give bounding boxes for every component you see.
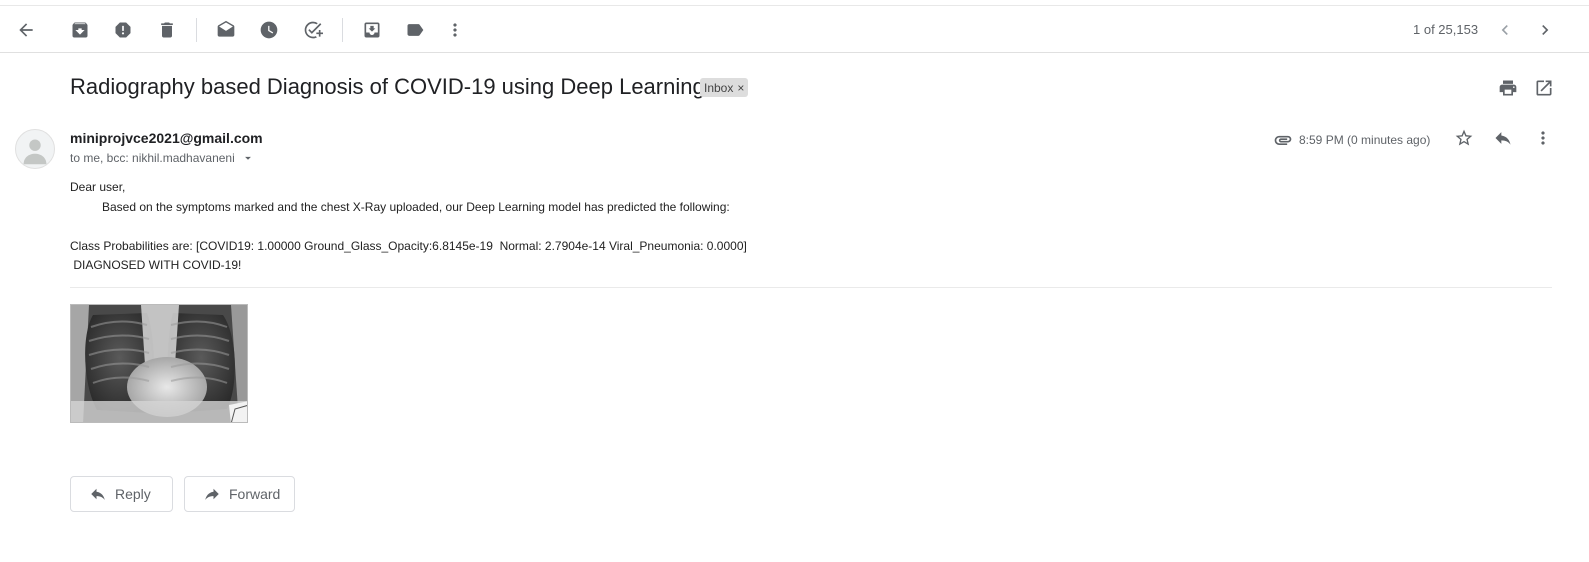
delete-icon[interactable] [155, 18, 179, 42]
more-vert-icon[interactable] [1531, 126, 1555, 150]
chest-xray-image [71, 305, 247, 422]
pager-count: 1 of 25,153 [1413, 22, 1479, 37]
toolbar-divider [342, 18, 343, 42]
forward-button[interactable]: Forward [184, 476, 295, 512]
message-meta: 8:59 PM (0 minutes ago) [1273, 130, 1430, 150]
more-vert-icon[interactable] [443, 18, 467, 42]
recipients-text: to me, bcc: nikhil.madhavaneni [70, 151, 235, 165]
add-to-tasks-icon[interactable] [301, 18, 325, 42]
reply-icon[interactable] [1491, 126, 1515, 150]
message-time: 8:59 PM (0 minutes ago) [1299, 133, 1431, 147]
chevron-left-icon[interactable] [1493, 18, 1517, 42]
sender-address[interactable]: miniprojvce2021@gmail.com [70, 130, 263, 146]
open-in-new-window-icon[interactable] [1532, 76, 1556, 100]
xray-attachment-thumbnail[interactable] [70, 304, 248, 423]
remove-label-icon[interactable]: × [737, 81, 744, 95]
labels-icon[interactable] [403, 18, 427, 42]
report-spam-icon[interactable] [111, 18, 135, 42]
email-subject: Radiography based Diagnosis of COVID-19 … [70, 74, 705, 99]
recipients-line: to me, bcc: nikhil.madhavaneni [70, 151, 255, 165]
chevron-right-icon[interactable] [1533, 18, 1557, 42]
avatar [15, 129, 55, 169]
snooze-icon[interactable] [257, 18, 281, 42]
attachment-divider [70, 287, 1552, 288]
move-to-icon[interactable] [360, 18, 384, 42]
attachment-icon [1274, 135, 1292, 145]
default-avatar-icon [23, 139, 47, 165]
inbox-label-chip: Inbox × [700, 78, 749, 97]
email-body: Dear user, Based on the symptoms marked … [70, 178, 747, 276]
show-details-dropdown-icon[interactable] [241, 151, 255, 165]
forward-icon [205, 488, 219, 500]
diagnosis-result: DIAGNOSED WITH COVID-19! [70, 258, 242, 272]
reply-button-label: Reply [115, 486, 151, 502]
star-icon[interactable] [1452, 126, 1476, 150]
reply-icon [91, 488, 105, 500]
back-arrow-icon[interactable] [14, 18, 38, 42]
toolbar-divider [196, 18, 197, 42]
label-text: Inbox [704, 80, 734, 95]
class-probabilities: Class Probabilities are: [COVID19: 1.000… [70, 238, 747, 253]
reply-button[interactable]: Reply [70, 476, 173, 512]
toolbar: 1 of 25,153 [0, 6, 1589, 53]
archive-icon[interactable] [68, 18, 92, 42]
greeting: Dear user, [70, 180, 126, 194]
body-paragraph: Based on the symptoms marked and the che… [102, 199, 730, 214]
print-icon[interactable] [1496, 76, 1520, 100]
mark-unread-icon[interactable] [214, 18, 238, 42]
forward-button-label: Forward [229, 486, 281, 502]
